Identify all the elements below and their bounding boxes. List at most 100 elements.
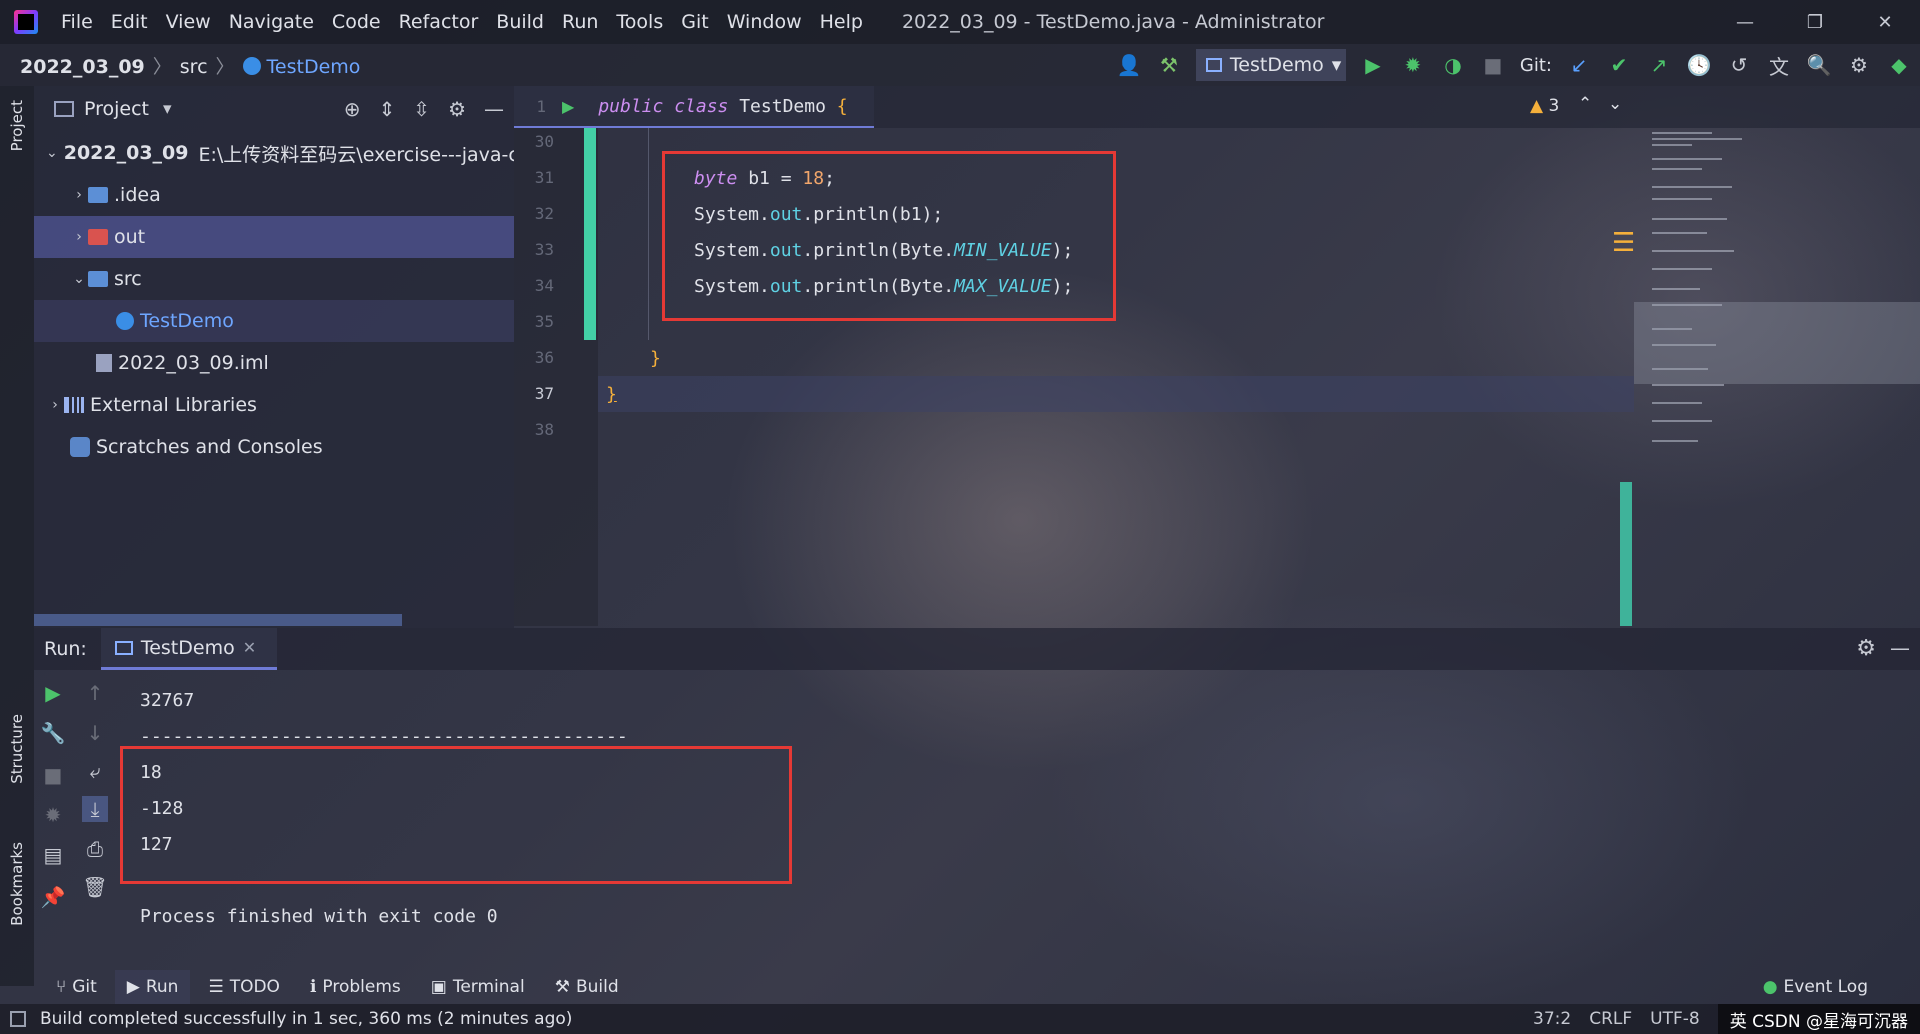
run-config-select[interactable]: TestDemo ▾: [1195, 49, 1346, 81]
stop-icon[interactable]: ■: [40, 762, 66, 788]
chevron-down-icon[interactable]: ▾: [163, 99, 172, 119]
stop-icon[interactable]: ■: [1480, 52, 1506, 78]
gear-icon[interactable]: ⚙: [448, 97, 466, 121]
menu-build[interactable]: Build: [487, 11, 553, 33]
tool-tab-terminal[interactable]: ▣ Terminal: [419, 970, 537, 1004]
tool-tab-build[interactable]: ⚒ Build: [543, 970, 631, 1004]
minimize-button[interactable]: —: [1710, 0, 1780, 44]
minimap-viewport[interactable]: [1634, 302, 1920, 384]
menu-view[interactable]: View: [157, 11, 220, 33]
list-icon: ☰: [208, 977, 224, 997]
hide-icon[interactable]: —: [1890, 636, 1910, 660]
breadcrumb-src[interactable]: src: [180, 56, 208, 78]
tree-item-out[interactable]: › out: [34, 216, 514, 258]
layout-icon[interactable]: ▤: [40, 842, 66, 868]
locate-icon[interactable]: ⊕: [344, 97, 361, 121]
menu-tools[interactable]: Tools: [607, 11, 672, 33]
project-horizontal-scrollbar[interactable]: [34, 614, 402, 626]
tool-tab-run[interactable]: ▶ Run: [114, 970, 191, 1004]
tool-tab-git[interactable]: ⑂ Git: [44, 970, 109, 1004]
next-highlight-icon[interactable]: ⌄: [1608, 94, 1622, 114]
debug-icon[interactable]: ✹: [1400, 52, 1426, 78]
settings-gear-icon[interactable]: ⚙: [1846, 52, 1872, 78]
down-arrow-icon[interactable]: ↓: [82, 720, 108, 746]
expand-all-icon[interactable]: ⇕: [379, 97, 396, 121]
tree-item-scratches[interactable]: Scratches and Consoles: [34, 426, 514, 468]
chevron-right-icon[interactable]: ›: [70, 229, 88, 245]
translate-icon[interactable]: 文: [1766, 52, 1792, 79]
menu-edit[interactable]: Edit: [102, 11, 157, 33]
coverage-icon[interactable]: ◑: [1440, 52, 1466, 78]
restore-button[interactable]: ❐: [1780, 0, 1850, 44]
console-separator: ----------------------------------------…: [140, 726, 628, 747]
file-encoding[interactable]: UTF-8: [1650, 1009, 1700, 1029]
git-commit-icon[interactable]: ✔: [1606, 52, 1632, 78]
tree-item-testdemo[interactable]: TestDemo: [34, 300, 514, 342]
editor-tab-testdemo[interactable]: 1 ▶ public class TestDemo {: [514, 86, 874, 128]
menu-code[interactable]: Code: [323, 11, 390, 33]
tool-tab-todo[interactable]: ☰ TODO: [196, 970, 292, 1004]
chevron-down-icon[interactable]: ⌄: [70, 271, 88, 287]
up-arrow-icon[interactable]: ↑: [82, 680, 108, 706]
pin-icon[interactable]: 📌: [40, 884, 66, 910]
menu-window[interactable]: Window: [718, 11, 811, 33]
hide-icon[interactable]: —: [484, 97, 504, 121]
rollback-icon[interactable]: ↺: [1726, 52, 1752, 78]
chevron-right-icon[interactable]: ›: [70, 187, 88, 203]
project-tool-label[interactable]: Project: [8, 100, 26, 151]
prev-highlight-icon[interactable]: ⌃: [1578, 94, 1592, 114]
structure-tool-label[interactable]: Structure: [8, 714, 26, 784]
intellij-logo-icon[interactable]: [14, 10, 38, 34]
code-line-37[interactable]: }: [606, 384, 617, 405]
chevron-down-icon[interactable]: ⌄: [46, 145, 58, 161]
git-push-icon[interactable]: ↗: [1646, 52, 1672, 78]
tree-item-external-libraries[interactable]: › External Libraries: [34, 384, 514, 426]
cursor-position[interactable]: 37:2: [1533, 1009, 1571, 1029]
tool-tab-problems[interactable]: ℹ Problems: [298, 970, 413, 1004]
event-log-button[interactable]: ● Event Log: [1751, 970, 1880, 1004]
structure-marker-icon[interactable]: ☰: [1612, 228, 1635, 258]
tree-item-project-root[interactable]: ⌄ 2022_03_09 E:\上传资料至码云\exercise---java-…: [34, 132, 514, 174]
menu-git[interactable]: Git: [672, 11, 717, 33]
trash-icon[interactable]: 🗑: [82, 874, 108, 900]
status-toggle-icon[interactable]: [10, 1011, 26, 1027]
rerun-icon[interactable]: ▶: [40, 680, 66, 706]
menu-help[interactable]: Help: [811, 11, 872, 33]
soft-wrap-icon[interactable]: ⤶: [82, 758, 108, 784]
collapse-all-icon[interactable]: ⇳: [413, 97, 430, 121]
run-icon[interactable]: ▶: [1360, 52, 1386, 78]
tree-item-src[interactable]: ⌄ src: [34, 258, 514, 300]
code-line-36[interactable]: }: [650, 348, 661, 369]
breadcrumb-project[interactable]: 2022_03_09: [20, 56, 145, 78]
user-icon[interactable]: 👤: [1116, 52, 1142, 78]
status-message[interactable]: Build completed successfully in 1 sec, 3…: [40, 1009, 572, 1029]
gear-icon[interactable]: ⚙: [1856, 636, 1876, 661]
menu-run[interactable]: Run: [553, 11, 607, 33]
history-icon[interactable]: 🕓: [1686, 52, 1712, 78]
tree-item-iml[interactable]: 2022_03_09.iml: [34, 342, 514, 384]
editor-vertical-scrollbar[interactable]: [1620, 482, 1632, 626]
plugin-icon[interactable]: ◆: [1886, 52, 1912, 78]
print-icon[interactable]: ⎙: [82, 836, 108, 862]
menu-file[interactable]: File: [52, 11, 102, 33]
tree-item-idea[interactable]: › .idea: [34, 174, 514, 216]
close-tab-icon[interactable]: ✕: [243, 638, 256, 657]
git-update-icon[interactable]: ↙: [1566, 52, 1592, 78]
close-button[interactable]: ✕: [1850, 0, 1920, 44]
chevron-right-icon[interactable]: ›: [46, 397, 64, 413]
wrench-icon[interactable]: 🔧: [40, 720, 66, 746]
scroll-to-end-icon[interactable]: ⤓: [82, 796, 108, 822]
search-icon[interactable]: 🔍: [1806, 52, 1832, 78]
project-panel-title[interactable]: Project: [84, 98, 149, 120]
run-gutter-icon[interactable]: ▶: [562, 97, 574, 116]
menu-navigate[interactable]: Navigate: [220, 11, 323, 33]
breadcrumb-file[interactable]: TestDemo: [267, 56, 361, 78]
menu-refactor[interactable]: Refactor: [390, 11, 488, 33]
debug-bug-icon[interactable]: ✹: [40, 802, 66, 828]
line-separator[interactable]: CRLF: [1589, 1009, 1632, 1029]
vcs-change-marker[interactable]: [584, 128, 596, 340]
build-hammer-icon[interactable]: ⚒: [1156, 52, 1182, 78]
bookmarks-tool-label[interactable]: Bookmarks: [8, 842, 26, 926]
run-tab-testdemo[interactable]: TestDemo ✕: [100, 628, 277, 670]
warnings-indicator[interactable]: ▲ 3: [1530, 96, 1559, 116]
